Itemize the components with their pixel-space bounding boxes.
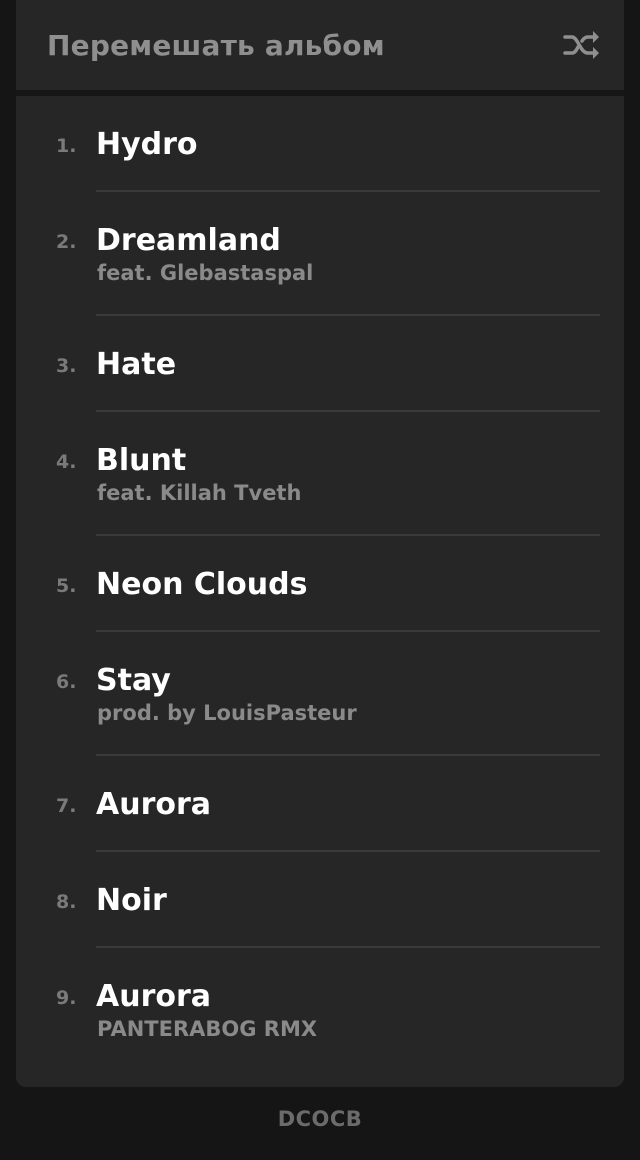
track-row[interactable]: 2. Dreamland feat. Glebastaspal xyxy=(16,192,624,316)
track-subtitle: feat. Killah Tveth xyxy=(97,481,302,505)
track-number: 8. xyxy=(56,891,77,913)
track-title: Noir xyxy=(96,883,167,918)
track-row[interactable]: 7. Aurora xyxy=(16,756,624,852)
album-screen: Перемешать альбом 1. Hydro 2. Dreamland … xyxy=(0,0,640,1160)
track-number: 5. xyxy=(56,575,77,597)
track-row[interactable]: 4. Blunt feat. Killah Tveth xyxy=(16,412,624,536)
shuffle-album-button[interactable]: Перемешать альбом xyxy=(16,0,624,90)
track-title: Hydro xyxy=(96,127,198,162)
track-number: 2. xyxy=(56,231,77,253)
track-list: 1. Hydro 2. Dreamland feat. Glebastaspal… xyxy=(16,96,624,1072)
track-title: Stay xyxy=(96,663,171,698)
track-title: Neon Clouds xyxy=(96,567,308,602)
track-row[interactable]: 3. Hate xyxy=(16,316,624,412)
track-row[interactable]: 6. Stay prod. by LouisPasteur xyxy=(16,632,624,756)
footer-label: DCOCB xyxy=(277,1107,363,1131)
track-subtitle: feat. Glebastaspal xyxy=(97,261,314,285)
track-list-panel: 1. Hydro 2. Dreamland feat. Glebastaspal… xyxy=(16,96,624,1087)
track-row[interactable]: 9. Aurora PANTERABOG RMX xyxy=(16,948,624,1072)
track-title: Aurora xyxy=(96,787,212,822)
shuffle-icon xyxy=(562,29,600,61)
shuffle-album-label: Перемешать альбом xyxy=(47,28,385,62)
track-row[interactable]: 5. Neon Clouds xyxy=(16,536,624,632)
track-row[interactable]: 1. Hydro xyxy=(16,96,624,192)
track-title: Blunt xyxy=(96,443,187,478)
track-number: 7. xyxy=(56,795,77,817)
track-number: 6. xyxy=(56,671,77,693)
track-title: Aurora xyxy=(96,979,212,1014)
track-row[interactable]: 8. Noir xyxy=(16,852,624,948)
track-number: 4. xyxy=(56,451,77,473)
track-subtitle: prod. by LouisPasteur xyxy=(97,701,357,725)
track-number: 3. xyxy=(56,355,77,377)
track-subtitle: PANTERABOG RMX xyxy=(97,1017,318,1041)
track-number: 1. xyxy=(56,135,77,157)
track-title: Dreamland xyxy=(96,223,281,258)
track-number: 9. xyxy=(56,987,77,1009)
track-title: Hate xyxy=(96,347,177,382)
